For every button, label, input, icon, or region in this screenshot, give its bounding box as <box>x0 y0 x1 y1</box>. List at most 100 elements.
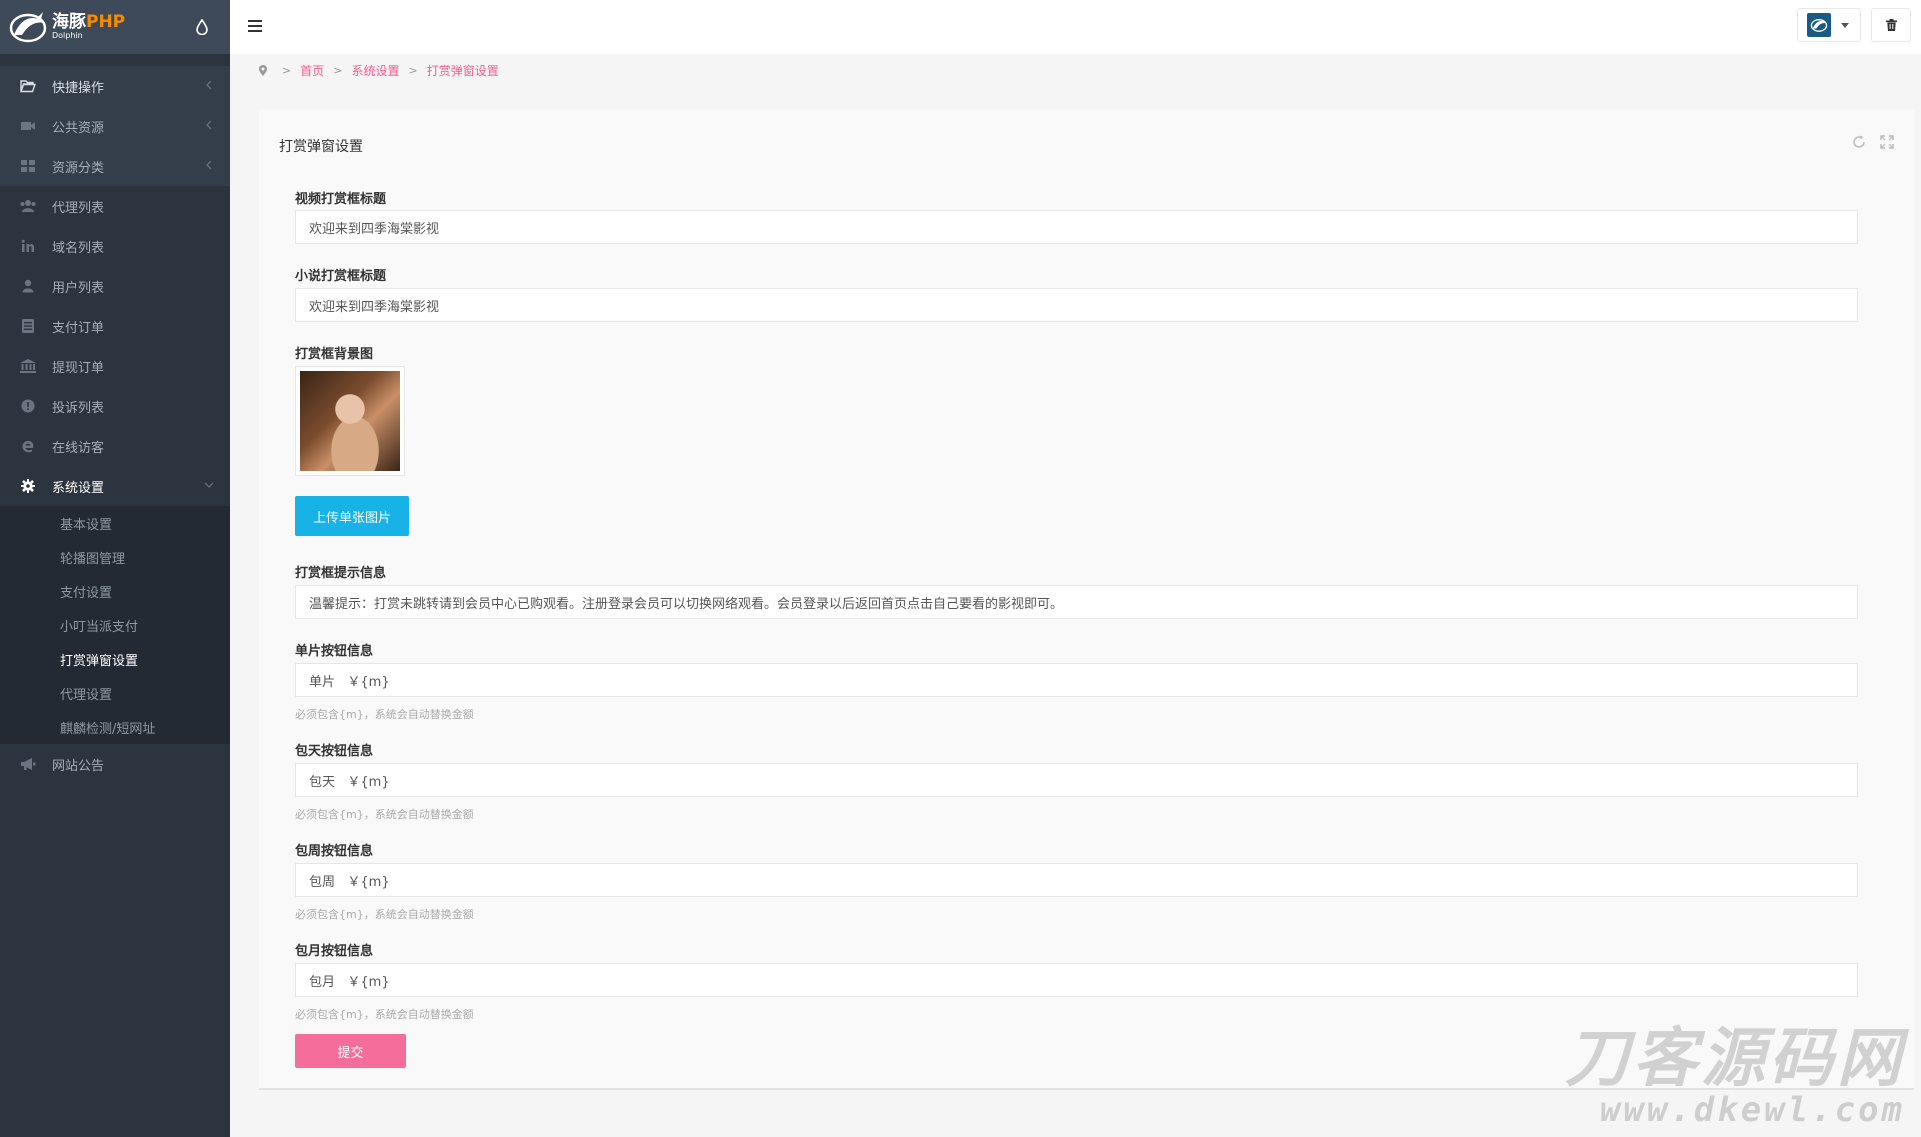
tip-info-label: 打赏框提示信息 <box>295 566 387 581</box>
sidebar-subitem-carousel-management[interactable]: 轮播图管理 <box>0 540 230 574</box>
video-title-label: 视频打赏框标题 <box>295 192 387 207</box>
caret-down-icon <box>1841 22 1849 28</box>
brand-sub: Dolphin <box>52 31 83 40</box>
sidebar-nav-bottom: 网站公告 <box>0 744 230 784</box>
clear-cache-button[interactable] <box>1871 8 1911 42</box>
folder-open-icon <box>20 78 36 94</box>
sidebar-nav: 快捷操作 公共资源 资源分类 代理列表 域名列表 用户列表 支付订单 提现订单 … <box>0 66 230 506</box>
chevron-left-icon <box>206 120 212 130</box>
page-title: 打赏弹窗设置 <box>279 139 363 155</box>
sidebar-item-label: 在线访客 <box>52 440 105 456</box>
info-circle-icon <box>20 398 36 414</box>
chevron-down-icon <box>204 482 214 488</box>
breadcrumb-separator: > <box>408 64 418 77</box>
submit-button[interactable]: 提交 <box>295 1034 406 1068</box>
avatar <box>1807 13 1831 37</box>
sidebar-item-label: 用户列表 <box>52 280 105 296</box>
sidebar: 海豚PHP Dolphin 快捷操作 公共资源 资源分类 代理列表 域名列表 用… <box>0 0 230 1137</box>
sidebar-subitem-agent-settings[interactable]: 代理设置 <box>0 676 230 710</box>
month-button-help: 必须包含{m}，系统会自动替换金额 <box>295 1008 474 1021</box>
bg-image-label: 打赏框背景图 <box>295 347 374 362</box>
sidebar-item-label: 代理列表 <box>52 200 105 216</box>
sidebar-item-label: 域名列表 <box>52 240 105 256</box>
sidebar-item-complaints[interactable]: 投诉列表 <box>0 386 230 426</box>
sidebar-item-label: 提现订单 <box>52 360 105 376</box>
sidebar-item-system-settings[interactable]: 系统设置 <box>0 466 230 506</box>
breadcrumb: > 首页 > 系统设置 > 打赏弹窗设置 <box>259 62 499 79</box>
sidebar-item-label: 投诉列表 <box>52 400 105 416</box>
sidebar-item-users[interactable]: 用户列表 <box>0 266 230 306</box>
bg-image-preview <box>300 371 400 471</box>
single-button-input[interactable] <box>295 663 1858 697</box>
chevron-left-icon <box>206 80 212 90</box>
day-button-help: 必须包含{m}，系统会自动替换金额 <box>295 808 474 821</box>
panel-tools <box>1852 135 1894 149</box>
sidebar-subitem-xiaodingdang-pay[interactable]: 小叮当派支付 <box>0 608 230 642</box>
sidebar-item-label: 系统设置 <box>52 480 105 496</box>
sidebar-item-label: 网站公告 <box>52 758 105 774</box>
tip-info-input[interactable] <box>295 585 1858 619</box>
sidebar-subitem-qilin-check[interactable]: 麒麟检测/短网址 <box>0 710 230 744</box>
week-button-label: 包周按钮信息 <box>295 844 374 859</box>
dolphin-avatar-icon <box>1810 19 1828 32</box>
upload-image-button[interactable]: 上传单张图片 <box>295 496 409 536</box>
week-button-input[interactable] <box>295 863 1858 897</box>
sidebar-item-label: 支付订单 <box>52 320 105 336</box>
sidebar-item-quick-actions[interactable]: 快捷操作 <box>0 66 230 106</box>
day-button-input[interactable] <box>295 763 1858 797</box>
system-settings-submenu: 基本设置 轮播图管理 支付设置 小叮当派支付 打赏弹窗设置 代理设置 麒麟检测/… <box>0 506 230 744</box>
sidebar-item-agents[interactable]: 代理列表 <box>0 186 230 226</box>
map-marker-icon <box>259 65 267 76</box>
breadcrumb-separator: > <box>333 64 343 77</box>
sidebar-item-announcements[interactable]: 网站公告 <box>0 744 230 784</box>
month-button-input[interactable] <box>295 963 1858 997</box>
single-button-label: 单片按钮信息 <box>295 644 374 659</box>
breadcrumb-system-settings[interactable]: 系统设置 <box>351 62 399 79</box>
settings-panel: 打赏弹窗设置 视频打赏框标题 小说打赏框标题 打赏框背景图 上传单张图片 打赏框… <box>259 110 1914 1090</box>
day-button-label: 包天按钮信息 <box>295 744 374 759</box>
brand-name-php: PHP <box>86 12 126 32</box>
sidebar-item-label: 快捷操作 <box>52 80 105 96</box>
users-icon <box>20 198 36 214</box>
top-header <box>230 0 1921 54</box>
drop-icon[interactable] <box>196 19 208 35</box>
sidebar-item-domains[interactable]: 域名列表 <box>0 226 230 266</box>
novel-title-input[interactable] <box>295 288 1858 322</box>
brand[interactable]: 海豚PHP Dolphin <box>0 0 230 54</box>
sidebar-subitem-reward-popup-settings[interactable]: 打赏弹窗设置 <box>0 642 230 676</box>
user-icon <box>20 278 36 294</box>
gear-icon <box>20 478 36 494</box>
sidebar-subitem-payment-settings[interactable]: 支付设置 <box>0 574 230 608</box>
dolphin-logo-icon <box>9 12 47 43</box>
refresh-icon[interactable] <box>1852 135 1866 149</box>
single-button-help: 必须包含{m}，系统会自动替换金额 <box>295 708 474 721</box>
panel-divider <box>259 1088 1914 1090</box>
sidebar-item-payment-orders[interactable]: 支付订单 <box>0 306 230 346</box>
bullhorn-icon <box>20 756 36 772</box>
video-title-input[interactable] <box>295 210 1858 244</box>
watermark-url: www.dkewl.com <box>1599 1090 1905 1130</box>
novel-title-label: 小说打赏框标题 <box>295 269 387 284</box>
breadcrumb-separator: > <box>282 64 292 77</box>
sidebar-item-withdraw-orders[interactable]: 提现订单 <box>0 346 230 386</box>
fullscreen-icon[interactable] <box>1880 135 1894 149</box>
sidebar-item-resource-categories[interactable]: 资源分类 <box>0 146 230 186</box>
trash-icon <box>1885 19 1897 31</box>
ie-icon <box>20 438 36 454</box>
menu-toggle-icon[interactable] <box>248 20 262 32</box>
sidebar-item-public-resources[interactable]: 公共资源 <box>0 106 230 146</box>
list-icon <box>20 318 36 334</box>
video-camera-icon <box>20 118 36 134</box>
sidebar-subitem-basic-settings[interactable]: 基本设置 <box>0 506 230 540</box>
grid-icon <box>20 158 36 174</box>
user-menu-button[interactable] <box>1797 8 1861 42</box>
bg-image-thumbnail[interactable] <box>295 366 405 476</box>
sidebar-item-label: 公共资源 <box>52 120 105 136</box>
brand-name-cn: 海豚 <box>52 12 86 32</box>
linkedin-icon <box>20 238 36 254</box>
sidebar-item-online-visitors[interactable]: 在线访客 <box>0 426 230 466</box>
breadcrumb-home[interactable]: 首页 <box>300 62 324 79</box>
week-button-help: 必须包含{m}，系统会自动替换金额 <box>295 908 474 921</box>
breadcrumb-current[interactable]: 打赏弹窗设置 <box>427 62 499 79</box>
chevron-left-icon <box>206 160 212 170</box>
